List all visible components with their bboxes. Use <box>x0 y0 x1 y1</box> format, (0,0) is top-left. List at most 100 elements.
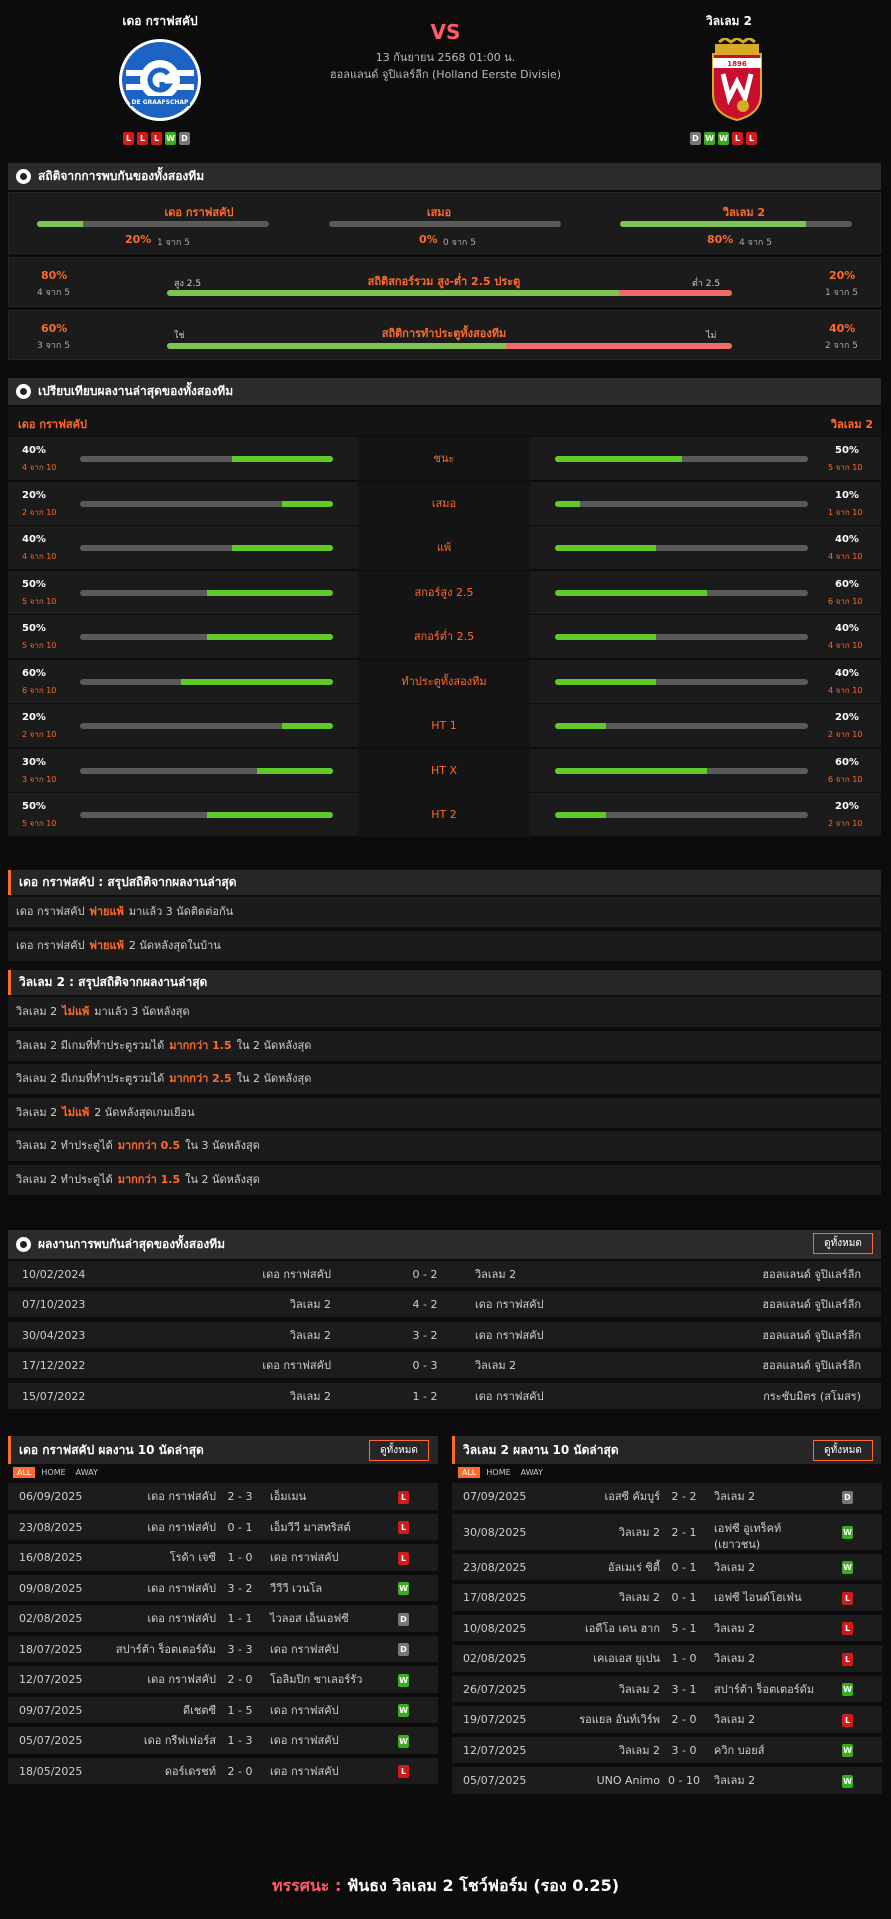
home-team[interactable]: เดอ กราฟสคัป <box>147 1605 216 1634</box>
away-team[interactable]: ไวลอส เอ็นเอฟซี <box>270 1605 349 1634</box>
tab-all[interactable]: ALL <box>13 1467 36 1478</box>
last10-row[interactable]: 10/08/2025 เอดีโอ เดน ฮาก 5 - 1 วิลเลม 2 L <box>452 1614 882 1644</box>
match-date: 17/12/2022 <box>22 1359 86 1373</box>
soccer-ball-icon <box>16 384 31 399</box>
home-team[interactable]: วิลเลม 2 <box>290 1291 331 1319</box>
last10-row[interactable]: 17/08/2025 วิลเลม 2 0 - 1 เอฟซี ไอนด์โฮเฟ่น… <box>452 1584 882 1613</box>
summary-highlight: มากกว่า 1.5 <box>169 1038 232 1052</box>
away-team[interactable]: สปาร์ต้า ร็อตเตอร์ดัม <box>714 1676 814 1705</box>
home-bar <box>80 545 333 551</box>
away-team-logo[interactable]: 1896 <box>695 38 779 122</box>
away-team[interactable]: วิลเลม 2 <box>714 1706 755 1735</box>
home-team[interactable]: วิลเลม 2 <box>290 1383 331 1411</box>
last10-row[interactable]: 23/08/2025 เดอ กราฟสคัป 0 - 1 เอ็มวีวี มาสท… <box>8 1513 438 1543</box>
last10-row[interactable]: 30/08/2025 วิลเลม 2 2 - 1 เอฟซี อูเทร็คท์ (… <box>452 1513 882 1553</box>
away-team[interactable]: วิลเลม 2 <box>714 1483 755 1512</box>
last10-row[interactable]: 12/07/2025 วิลเลม 2 3 - 0 ควิก บอยส์ W <box>452 1736 882 1766</box>
summary-post: ใน 2 นัดหลังสุด <box>185 1172 260 1186</box>
home-team[interactable]: UNO Animo <box>597 1767 660 1796</box>
home-team[interactable]: วิลเลม 2 <box>619 1514 660 1552</box>
away-team[interactable]: เอ็มวีวี มาสทริสต์ <box>270 1514 351 1543</box>
last10-row[interactable]: 02/08/2025 เดอ กราฟสคัป 1 - 1 ไวลอส เอ็นเอฟ… <box>8 1605 438 1634</box>
home-team[interactable]: ดอร์เดรชท์ <box>165 1758 216 1787</box>
away-team[interactable]: วิลเลม 2 <box>714 1615 755 1644</box>
home-last10-view-all-button[interactable]: ดูทั้งหมด <box>369 1440 429 1461</box>
home-team[interactable]: เคเอเอส ยูเปน <box>593 1645 660 1674</box>
home-team[interactable]: เดอ กราฟสคัป <box>147 1666 216 1695</box>
home-summary-header: เดอ กราฟสคัป : สรุปสถิติจากผลงานล่าสุด <box>8 870 881 895</box>
last10-row[interactable]: 12/07/2025 เดอ กราฟสคัป 2 - 0 โอลิมปิก ชาเล… <box>8 1666 438 1695</box>
last10-row[interactable]: 18/07/2025 สปาร์ต้า ร็อตเตอร์ดัม 3 - 3 เดอ … <box>8 1635 438 1665</box>
last10-row[interactable]: 02/08/2025 เคเอเอส ยูเปน 1 - 0 วิลเลม 2 L <box>452 1645 882 1674</box>
away-team[interactable]: เอ็มเมน <box>270 1483 306 1512</box>
away-team[interactable]: เดอ กราฟสคัป <box>270 1697 339 1726</box>
home-team[interactable]: เอสซี คัมบูร์ <box>604 1483 660 1512</box>
away-bar <box>555 678 808 685</box>
away-team[interactable]: ควิก บอยส์ <box>714 1737 764 1766</box>
away-team[interactable]: วีวีวี เวนโล <box>270 1575 322 1604</box>
away-team[interactable]: วิลเลม 2 <box>714 1645 755 1674</box>
away-team[interactable]: วิลเลม 2 <box>475 1352 516 1380</box>
home-team[interactable]: วิลเลม 2 <box>619 1737 660 1766</box>
last10-row[interactable]: 26/07/2025 วิลเลม 2 3 - 1 สปาร์ต้า ร็อตเตอร… <box>452 1675 882 1705</box>
tab-away[interactable]: AWAY <box>72 1467 102 1478</box>
away-team[interactable]: วิลเลม 2 <box>714 1554 755 1583</box>
away-team[interactable]: เดอ กราฟสคัป <box>270 1636 339 1665</box>
away-team[interactable]: เอฟซี ไอนด์โฮเฟ่น <box>714 1584 802 1613</box>
home-sub: 2 จาก 10 <box>22 507 57 517</box>
home-team[interactable]: โรด้า เจซี <box>170 1544 216 1573</box>
home-team[interactable]: วิลเลม 2 <box>290 1322 331 1350</box>
home-team[interactable]: อัลเมเร่ ซิตี้ <box>608 1554 660 1583</box>
home-team[interactable]: เดอ กราฟสคัป <box>147 1575 216 1604</box>
h2h-row[interactable]: 30/04/2023 วิลเลม 2 3 - 2 เดอ กราฟสคัป ฮอลแล… <box>8 1321 881 1350</box>
away-team[interactable]: เดอ กราฟสคัป <box>270 1544 339 1573</box>
h2h-view-all-button[interactable]: ดูทั้งหมด <box>813 1233 873 1254</box>
home-team[interactable]: เดอ กราฟสคัป <box>147 1514 216 1543</box>
h2h-row[interactable]: 15/07/2022 วิลเลม 2 1 - 2 เดอ กราฟสคัป กระชั… <box>8 1382 881 1411</box>
home-team-logo[interactable]: DE GRAAFSCHAP <box>118 38 202 122</box>
last10-row[interactable]: 16/08/2025 โรด้า เจซี 1 - 0 เดอ กราฟสคัป L <box>8 1544 438 1573</box>
home-team[interactable]: ดีเชตซี <box>183 1697 216 1726</box>
away-last10-view-all-button[interactable]: ดูทั้งหมด <box>813 1440 873 1461</box>
h2h-row[interactable]: 17/12/2022 เดอ กราฟสคัป 0 - 3 วิลเลม 2 ฮอลแล… <box>8 1352 881 1381</box>
away-team[interactable]: เดอ กราฟสคัป <box>475 1322 544 1350</box>
h2h-row[interactable]: 10/02/2024 เดอ กราฟสคัป 0 - 2 วิลเลม 2 ฮอลแล… <box>8 1261 881 1289</box>
tab-home[interactable]: HOME <box>482 1467 514 1478</box>
tab-all[interactable]: ALL <box>458 1467 481 1478</box>
last10-row[interactable]: 23/08/2025 อัลเมเร่ ซิตี้ 0 - 1 วิลเลม 2 W <box>452 1553 882 1583</box>
home-team[interactable]: เดอ กรีฟเฟอร์ส <box>144 1727 216 1756</box>
home-team[interactable]: รอแยล อันท์เวิร์พ <box>579 1706 660 1735</box>
last10-row[interactable]: 05/07/2025 เดอ กรีฟเฟอร์ส 1 - 3 เดอ กราฟสคั… <box>8 1727 438 1756</box>
home-team[interactable]: เดอ กราฟสคัป <box>262 1261 331 1289</box>
draw-pct: 0% <box>419 233 438 246</box>
home-team[interactable]: เอดีโอ เดน ฮาก <box>585 1615 660 1644</box>
home-team[interactable]: วิลเลม 2 <box>619 1584 660 1613</box>
last10-row[interactable]: 18/05/2025 ดอร์เดรชท์ 2 - 0 เดอ กราฟสคัป L <box>8 1757 438 1787</box>
form-badge: D <box>179 132 190 145</box>
last10-row[interactable]: 05/07/2025 UNO Animo 0 - 10 วิลเลม 2 W <box>452 1767 882 1796</box>
away-team[interactable]: วิลเลม 2 <box>714 1767 755 1796</box>
away-team[interactable]: เดอ กราฟสคัป <box>475 1383 544 1411</box>
summary-post: ใน 2 นัดหลังสุด <box>236 1072 312 1085</box>
home-team[interactable]: วิลเลม 2 <box>619 1676 660 1705</box>
away-team[interactable]: เดอ กราฟสคัป <box>475 1291 544 1319</box>
home-team[interactable]: สปาร์ต้า ร็อตเตอร์ดัม <box>116 1636 216 1665</box>
away-team[interactable]: วิลเลม 2 <box>475 1261 516 1289</box>
last10-row[interactable]: 07/09/2025 เอสซี คัมบูร์ 2 - 2 วิลเลม 2 D <box>452 1483 882 1512</box>
tab-home[interactable]: HOME <box>37 1467 69 1478</box>
away-team[interactable]: โอลิมปิก ชาเลอร์รัว <box>270 1666 362 1695</box>
last10-row[interactable]: 09/07/2025 ดีเชตซี 1 - 5 เดอ กราฟสคัป W <box>8 1696 438 1726</box>
h2h-row[interactable]: 07/10/2023 วิลเลม 2 4 - 2 เดอ กราฟสคัป ฮอลแล… <box>8 1291 881 1320</box>
tab-away[interactable]: AWAY <box>517 1467 547 1478</box>
away-sub: 4 จาก 10 <box>828 685 863 695</box>
match-date: 05/07/2025 <box>463 1774 527 1787</box>
compare-label: ชนะ <box>358 437 530 481</box>
away-team[interactable]: เดอ กราฟสคัป <box>270 1727 339 1756</box>
away-team[interactable]: เอฟซี อูเทร็คท์ (เยาวชน) <box>714 1521 824 1553</box>
last10-row[interactable]: 06/09/2025 เดอ กราฟสคัป 2 - 3 เอ็มเมน L <box>8 1483 438 1512</box>
last10-row[interactable]: 09/08/2025 เดอ กราฟสคัป 3 - 2 วีวีวี เวนโล W <box>8 1574 438 1604</box>
home-team[interactable]: เดอ กราฟสคัป <box>262 1352 331 1380</box>
away-team[interactable]: เดอ กราฟสคัป <box>270 1758 339 1787</box>
last10-row[interactable]: 19/07/2025 รอแยล อันท์เวิร์พ 2 - 0 วิลเลม 2… <box>452 1706 882 1735</box>
home-team[interactable]: เดอ กราฟสคัป <box>147 1483 216 1512</box>
